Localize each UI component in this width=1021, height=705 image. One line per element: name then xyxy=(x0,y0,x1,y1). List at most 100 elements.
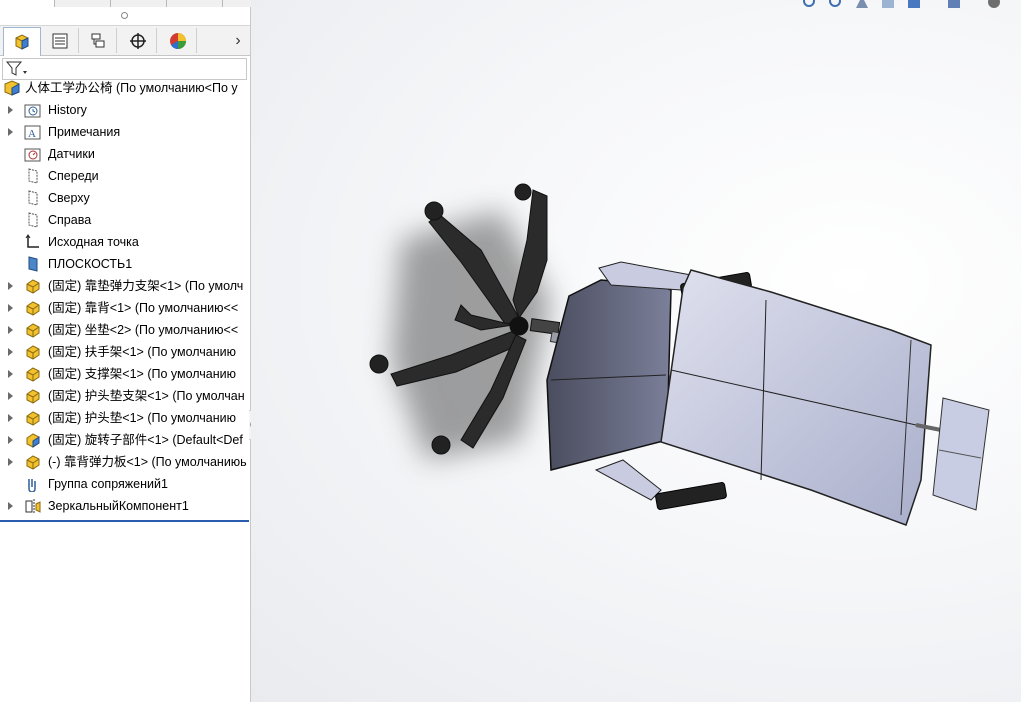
chair-3d-model[interactable] xyxy=(251,0,1021,702)
tree-item[interactable]: History xyxy=(0,99,249,121)
tree-item[interactable]: ЗеркальныйКомпонент1 xyxy=(0,495,249,517)
expand-arrow-icon[interactable] xyxy=(8,106,13,114)
tree-item-label: History xyxy=(48,103,87,117)
plane-icon xyxy=(28,190,38,206)
appearance-icon xyxy=(170,32,186,49)
expand-arrow-icon[interactable] xyxy=(8,436,13,444)
configuration-manager-tab[interactable] xyxy=(80,28,117,53)
tree-item-label: Спереди xyxy=(48,169,99,183)
tree-item[interactable]: Группа сопряжений1 xyxy=(0,473,249,495)
assembly-icon xyxy=(4,80,20,96)
manager-tab-bar: › xyxy=(0,25,250,56)
tree-item-label: (固定) 靠垫弹力支架<1> (По умолч xyxy=(48,279,244,293)
part-icon xyxy=(26,345,40,360)
expand-arrow-icon[interactable] xyxy=(8,326,13,334)
part-icon xyxy=(26,279,40,294)
armrest-arm-bottom[interactable] xyxy=(594,459,662,501)
view-orientation-icon[interactable] xyxy=(906,0,922,10)
tree-item[interactable]: (-) 靠背弹力板<1> (По умолчаниюь xyxy=(0,451,249,473)
sensors-icon xyxy=(24,148,41,162)
tree-item[interactable]: (固定) 支撑架<1> (По умолчанию xyxy=(0,363,249,385)
command-tab[interactable] xyxy=(111,0,167,7)
crosshair-icon xyxy=(130,32,146,49)
history-folder-icon xyxy=(24,104,41,118)
tree-item-label: (固定) 护头垫支架<1> (По умолчан xyxy=(48,389,245,403)
expand-arrow-icon[interactable] xyxy=(8,502,13,510)
part-icon xyxy=(26,301,40,316)
command-tab[interactable] xyxy=(167,0,223,7)
part-icon xyxy=(26,411,40,426)
hide-show-items-icon[interactable] xyxy=(986,0,1002,10)
tree-item-label: (-) 靠背弹力板<1> (По умолчаниюь xyxy=(48,455,247,469)
tree-item[interactable]: (固定) 靠垫弹力支架<1> (По умолч xyxy=(0,275,249,297)
tree-item[interactable]: Справа xyxy=(0,209,249,231)
tree-item[interactable]: (固定) 护头垫支架<1> (По умолчан xyxy=(0,385,249,407)
filter-icon[interactable] xyxy=(5,60,29,78)
command-tab[interactable] xyxy=(55,0,111,7)
custom-plane-icon xyxy=(28,256,38,272)
display-style-icon[interactable] xyxy=(946,0,962,10)
tree-item[interactable]: Спереди xyxy=(0,165,249,187)
tree-item[interactable]: Исходная точка xyxy=(0,231,249,253)
tree-item-label: (固定) 护头垫<1> (По умолчанию xyxy=(48,411,237,425)
graphics-viewport[interactable] xyxy=(251,0,1021,702)
rollback-bar[interactable] xyxy=(0,520,249,522)
mates-icon xyxy=(28,479,36,492)
plane-icon xyxy=(28,212,38,228)
tree-item-label: Исходная точка xyxy=(48,235,139,249)
panel-grip[interactable] xyxy=(0,7,250,25)
tree-root-assembly[interactable]: 人体工学办公椅 (По умолчанию<По у xyxy=(0,77,249,99)
mirror-component-icon xyxy=(25,499,41,514)
part-icon xyxy=(26,323,40,338)
tree-item[interactable]: (固定) 坐垫<2> (По умолчанию<< xyxy=(0,319,249,341)
display-manager-tab[interactable] xyxy=(160,28,197,53)
feature-manager-tab[interactable] xyxy=(3,27,41,56)
subassembly-icon xyxy=(26,433,40,448)
tab-scroll-right-icon[interactable]: › xyxy=(228,30,248,52)
annotations-icon: A xyxy=(24,125,41,140)
tree-item[interactable]: (固定) 护头垫<1> (По умолчанию xyxy=(0,407,249,429)
tree-item-label: Датчики xyxy=(48,147,95,161)
section-view-icon[interactable] xyxy=(880,0,896,10)
expand-arrow-icon[interactable] xyxy=(8,370,13,378)
tree-item[interactable]: ПЛОСКОСТЬ1 xyxy=(0,253,249,275)
origin-icon xyxy=(25,234,39,248)
configuration-icon xyxy=(91,33,105,47)
tree-item-label: (固定) 旋转子部件<1> (Default<Def xyxy=(48,433,243,447)
tree-item[interactable]: Сверху xyxy=(0,187,249,209)
tree-root-label: 人体工学办公椅 (По умолчанию<По у xyxy=(25,81,238,95)
tree-item[interactable]: (固定) 扶手架<1> (По умолчанию xyxy=(0,341,249,363)
tree-item[interactable]: (固定) 靠背<1> (По умолчанию<< xyxy=(0,297,249,319)
tree-item-label: Справа xyxy=(48,213,92,227)
expand-arrow-icon[interactable] xyxy=(8,348,13,356)
property-manager-tab[interactable] xyxy=(42,28,79,53)
tree-item-label: (固定) 靠背<1> (По умолчанию<< xyxy=(48,301,239,315)
tree-item[interactable]: (固定) 旋转子部件<1> (Default<Def xyxy=(0,429,249,451)
expand-arrow-icon[interactable] xyxy=(8,458,13,466)
command-tab-active[interactable] xyxy=(0,0,55,7)
svg-text:A: A xyxy=(28,128,36,140)
seat-cushion[interactable] xyxy=(546,279,672,471)
previous-view-icon[interactable] xyxy=(854,0,870,10)
heads-up-view-toolbar xyxy=(798,0,1021,12)
tree-item-label: ЗеркальныйКомпонент1 xyxy=(48,499,189,513)
part-icon xyxy=(26,389,40,404)
tree-item[interactable]: A Примечания xyxy=(0,121,249,143)
zoom-to-area-icon[interactable] xyxy=(828,0,844,10)
tree-item[interactable]: Датчики xyxy=(0,143,249,165)
expand-arrow-icon[interactable] xyxy=(8,392,13,400)
tree-item-label: Сверху xyxy=(48,191,90,205)
zoom-to-fit-icon[interactable] xyxy=(802,0,818,10)
expand-arrow-icon[interactable] xyxy=(8,282,13,290)
expand-arrow-icon[interactable] xyxy=(8,414,13,422)
armrest-pad-bottom[interactable] xyxy=(655,482,727,510)
tree-item-label: ПЛОСКОСТЬ1 xyxy=(48,257,133,271)
tree-item-label: Примечания xyxy=(48,125,121,139)
expand-arrow-icon[interactable] xyxy=(8,304,13,312)
expand-arrow-icon[interactable] xyxy=(8,128,13,136)
part-icon xyxy=(26,455,40,470)
plane-icon xyxy=(28,168,38,184)
dimxpert-tab[interactable] xyxy=(120,28,157,53)
property-list-icon xyxy=(52,33,68,48)
tree-item-label: (固定) 支撑架<1> (По умолчанию xyxy=(48,367,237,381)
